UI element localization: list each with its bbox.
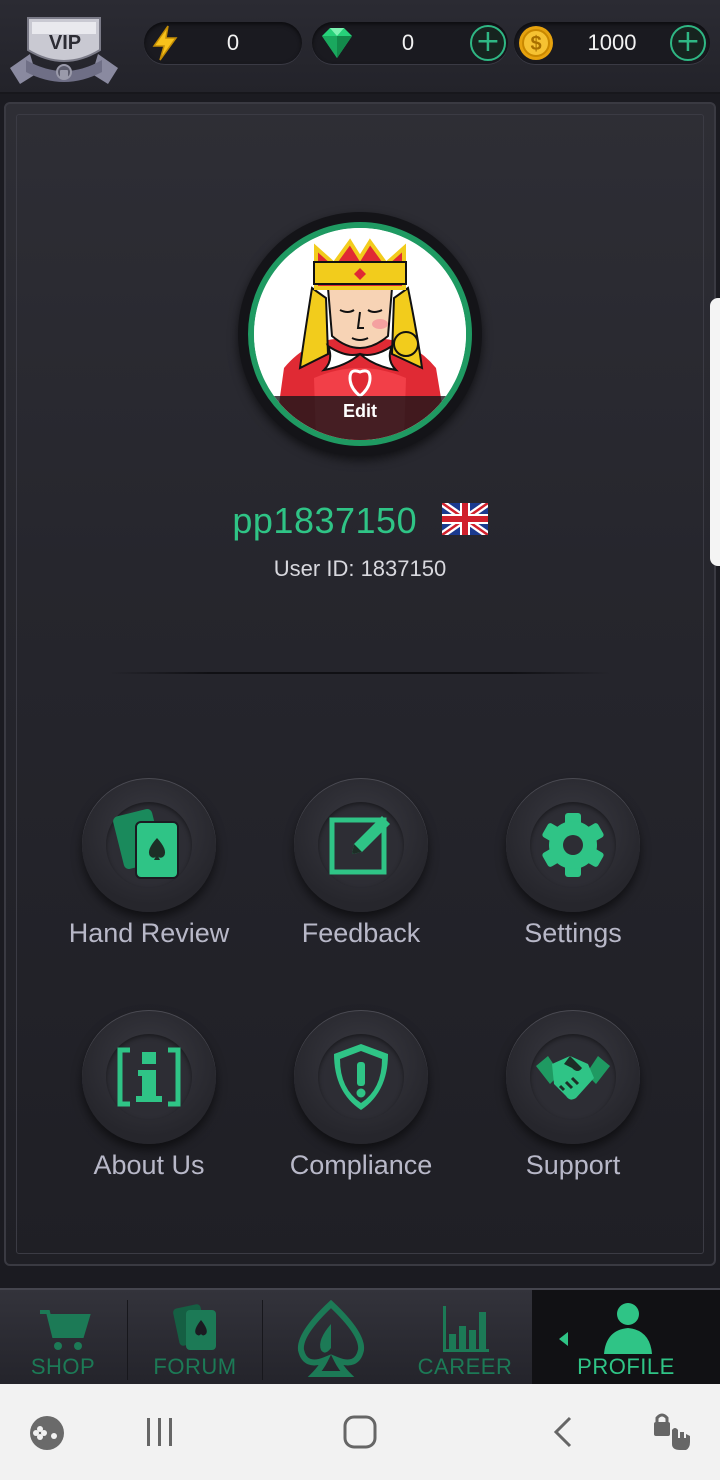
spade-icon xyxy=(297,1299,365,1377)
avatar[interactable]: Edit xyxy=(248,222,472,446)
nav-career-label: CAREER xyxy=(417,1354,513,1379)
compliance-button[interactable]: Compliance xyxy=(250,1010,470,1210)
section-divider xyxy=(110,672,610,674)
hand-review-button[interactable]: Hand Review xyxy=(38,778,258,978)
nav-shop[interactable]: SHOP xyxy=(0,1290,126,1386)
home-icon[interactable] xyxy=(342,1414,378,1450)
info-icon xyxy=(117,1047,181,1107)
hand-review-label: Hand Review xyxy=(68,918,230,948)
feedback-button[interactable]: Feedback xyxy=(250,778,470,978)
bar-chart-icon xyxy=(443,1306,489,1352)
user-id: User ID: 1837150 xyxy=(273,556,447,581)
edit-avatar-button[interactable]: Edit xyxy=(254,396,466,440)
lightning-icon xyxy=(152,25,178,61)
shield-icon xyxy=(334,1044,388,1110)
uk-flag-icon[interactable] xyxy=(441,503,488,536)
add-coins-button[interactable]: + xyxy=(670,25,706,61)
about-us-button[interactable]: About Us xyxy=(38,1010,258,1210)
nav-career[interactable]: CAREER xyxy=(399,1290,531,1386)
person-icon xyxy=(604,1303,652,1354)
energy-value: 0 xyxy=(226,30,240,55)
compliance-label: Compliance xyxy=(289,1150,433,1180)
username: pp1837150 xyxy=(232,500,418,541)
about-us-label: About Us xyxy=(93,1150,205,1180)
gem-counter: 0 + xyxy=(312,22,508,64)
vip-badge[interactable]: VIP xyxy=(6,10,122,88)
touch-lock-icon[interactable] xyxy=(650,1410,694,1454)
handshake-icon xyxy=(536,1056,610,1100)
feedback-label: Feedback xyxy=(301,918,421,948)
add-gems-button[interactable]: + xyxy=(470,25,506,61)
back-icon[interactable] xyxy=(548,1414,578,1450)
nav-profile-label: PROFILE xyxy=(577,1354,675,1379)
currency-bar: VIP 0 0 + $ 1000 + xyxy=(0,0,720,94)
caret-left-icon xyxy=(559,1332,568,1346)
cards-icon xyxy=(113,809,179,879)
cart-icon xyxy=(40,1310,91,1350)
settings-icon-circle xyxy=(506,778,640,912)
nav-lobby[interactable] xyxy=(263,1290,399,1386)
bottom-navigation: SHOP FORUM CAREER PROFILE xyxy=(0,1288,720,1386)
coin-icon: $ xyxy=(519,26,553,60)
support-button[interactable]: Support xyxy=(462,1010,682,1210)
recent-apps-icon[interactable] xyxy=(142,1414,178,1450)
system-navigation-bar xyxy=(0,1384,720,1480)
username-row: pp1837150 xyxy=(0,500,720,542)
hand-review-icon-circle xyxy=(82,778,216,912)
gem-value: 0 xyxy=(401,30,415,55)
diamond-icon xyxy=(322,28,352,58)
nav-profile[interactable]: PROFILE xyxy=(532,1290,720,1386)
energy-counter: 0 xyxy=(144,22,302,64)
avatar-frame[interactable]: Edit xyxy=(238,212,482,456)
compliance-icon-circle xyxy=(294,1010,428,1144)
edit-icon xyxy=(329,816,390,875)
coin-counter: $ 1000 + xyxy=(514,22,710,64)
support-label: Support xyxy=(525,1150,621,1180)
support-icon-circle xyxy=(506,1010,640,1144)
nav-forum[interactable]: FORUM xyxy=(128,1290,262,1386)
svg-text:$: $ xyxy=(530,33,541,55)
gear-icon xyxy=(542,813,604,877)
coin-value: 1000 xyxy=(587,30,637,55)
settings-label: Settings xyxy=(524,918,622,948)
game-launcher-icon[interactable] xyxy=(28,1414,66,1452)
nav-shop-label: SHOP xyxy=(30,1354,96,1379)
cards-icon xyxy=(173,1304,216,1350)
about-us-icon-circle xyxy=(82,1010,216,1144)
nav-forum-label: FORUM xyxy=(153,1354,237,1379)
settings-button[interactable]: Settings xyxy=(462,778,682,978)
feedback-icon-circle xyxy=(294,778,428,912)
vip-label: VIP xyxy=(48,32,82,54)
